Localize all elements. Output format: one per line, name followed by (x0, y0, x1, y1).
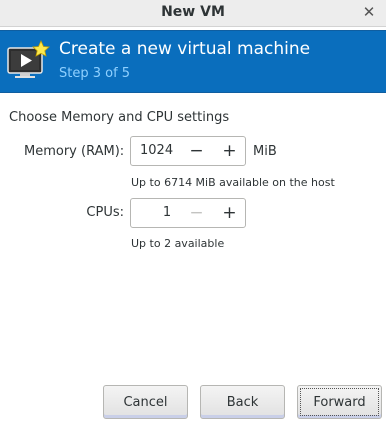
memory-spinbutton[interactable]: 1024 − + (130, 136, 246, 166)
window-title: New VM (161, 4, 225, 20)
cancel-button[interactable]: Cancel (103, 385, 188, 419)
section-title: Choose Memory and CPU settings (9, 110, 230, 125)
cpus-increment-button[interactable]: + (213, 199, 246, 227)
cpus-label: CPUs: (86, 205, 124, 220)
back-button[interactable]: Back (200, 385, 285, 419)
memory-increment-button[interactable]: + (213, 137, 246, 165)
memory-hint: Up to 6714 MiB available on the host (131, 176, 335, 189)
memory-unit: MiB (253, 144, 277, 159)
wizard-step-indicator: Step 3 of 5 (59, 66, 131, 81)
memory-value[interactable]: 1024 (140, 143, 173, 158)
cpus-spinbutton[interactable]: 1 − + (130, 198, 246, 228)
wizard-heading: Create a new virtual machine (59, 39, 311, 59)
cpus-value[interactable]: 1 (159, 205, 175, 220)
wizard-header: Create a new virtual machine Step 3 of 5 (0, 30, 386, 93)
cpus-decrement-button[interactable]: − (180, 199, 213, 227)
vm-monitor-icon (7, 40, 50, 78)
forward-button[interactable]: Forward (297, 385, 382, 419)
memory-decrement-button[interactable]: − (180, 137, 213, 165)
cpus-hint: Up to 2 available (131, 237, 225, 250)
close-icon[interactable]: ✕ (360, 3, 378, 21)
memory-label: Memory (RAM): (24, 144, 125, 159)
title-bar: New VM ✕ (0, 0, 386, 27)
new-vm-dialog: New VM ✕ Create a new virtual machine St… (0, 0, 386, 425)
